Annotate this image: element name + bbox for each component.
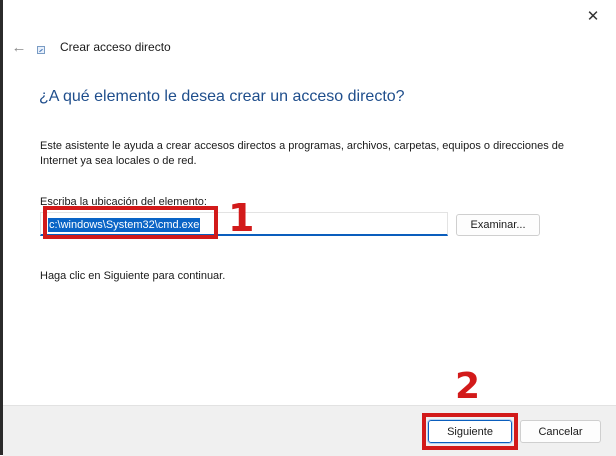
next-button[interactable]: Siguiente (427, 419, 513, 444)
annotation-number-2: 2 (455, 366, 481, 407)
close-icon[interactable]: ✕ (580, 4, 606, 28)
continue-hint: Haga clic en Siguiente para continuar. (40, 270, 226, 282)
location-input-value: c:\windows\System32\cmd.exe (48, 218, 201, 232)
wizard-description: Este asistente le ayuda a crear accesos … (40, 140, 564, 167)
create-shortcut-dialog: ✕ ← Crear acceso directo ¿A qué elemento… (3, 0, 616, 456)
page-heading: ¿A qué elemento le desea crear un acceso… (39, 88, 405, 105)
back-arrow-icon[interactable]: ← (9, 38, 29, 56)
browse-button[interactable]: Examinar... (456, 214, 540, 236)
location-label: Escriba la ubicación del elemento: (40, 196, 207, 208)
annotation-number-1: 1 (228, 196, 255, 240)
shortcut-wizard-icon (37, 46, 45, 54)
cancel-button[interactable]: Cancelar (520, 420, 601, 443)
wizard-title: Crear acceso directo (60, 40, 171, 54)
